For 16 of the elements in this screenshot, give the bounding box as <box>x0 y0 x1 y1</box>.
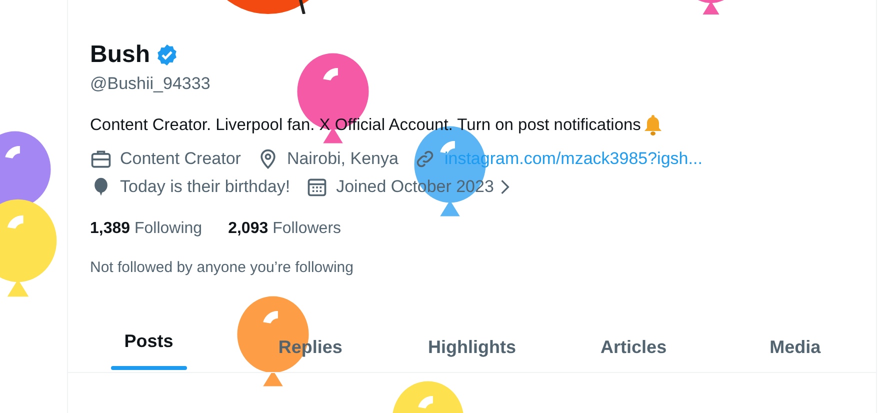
follow-count-link[interactable]: 2,093 Followers <box>228 220 342 238</box>
chevron-right-icon[interactable] <box>500 179 510 195</box>
profile-tab[interactable]: Media <box>770 337 821 372</box>
calendar-icon <box>306 176 328 198</box>
profile-handle: @Bushii_94333 <box>90 74 210 94</box>
profile-tab[interactable]: Articles <box>600 337 667 372</box>
meta-text: Nairobi, Kenya <box>286 149 398 169</box>
briefcase-icon <box>90 148 112 170</box>
bell-icon <box>642 114 663 136</box>
meta-text: Content Creator <box>120 149 241 169</box>
birthday-text: Today is their birthday! <box>120 177 290 197</box>
follow-count-link[interactable]: 1,389 Following <box>90 220 202 238</box>
profile-tab[interactable]: Posts <box>124 331 174 366</box>
followed-by-text: Not followed by anyone you’re following <box>90 259 354 276</box>
profile-name: Bush <box>90 40 150 70</box>
profile-tab[interactable]: Highlights <box>428 337 516 372</box>
